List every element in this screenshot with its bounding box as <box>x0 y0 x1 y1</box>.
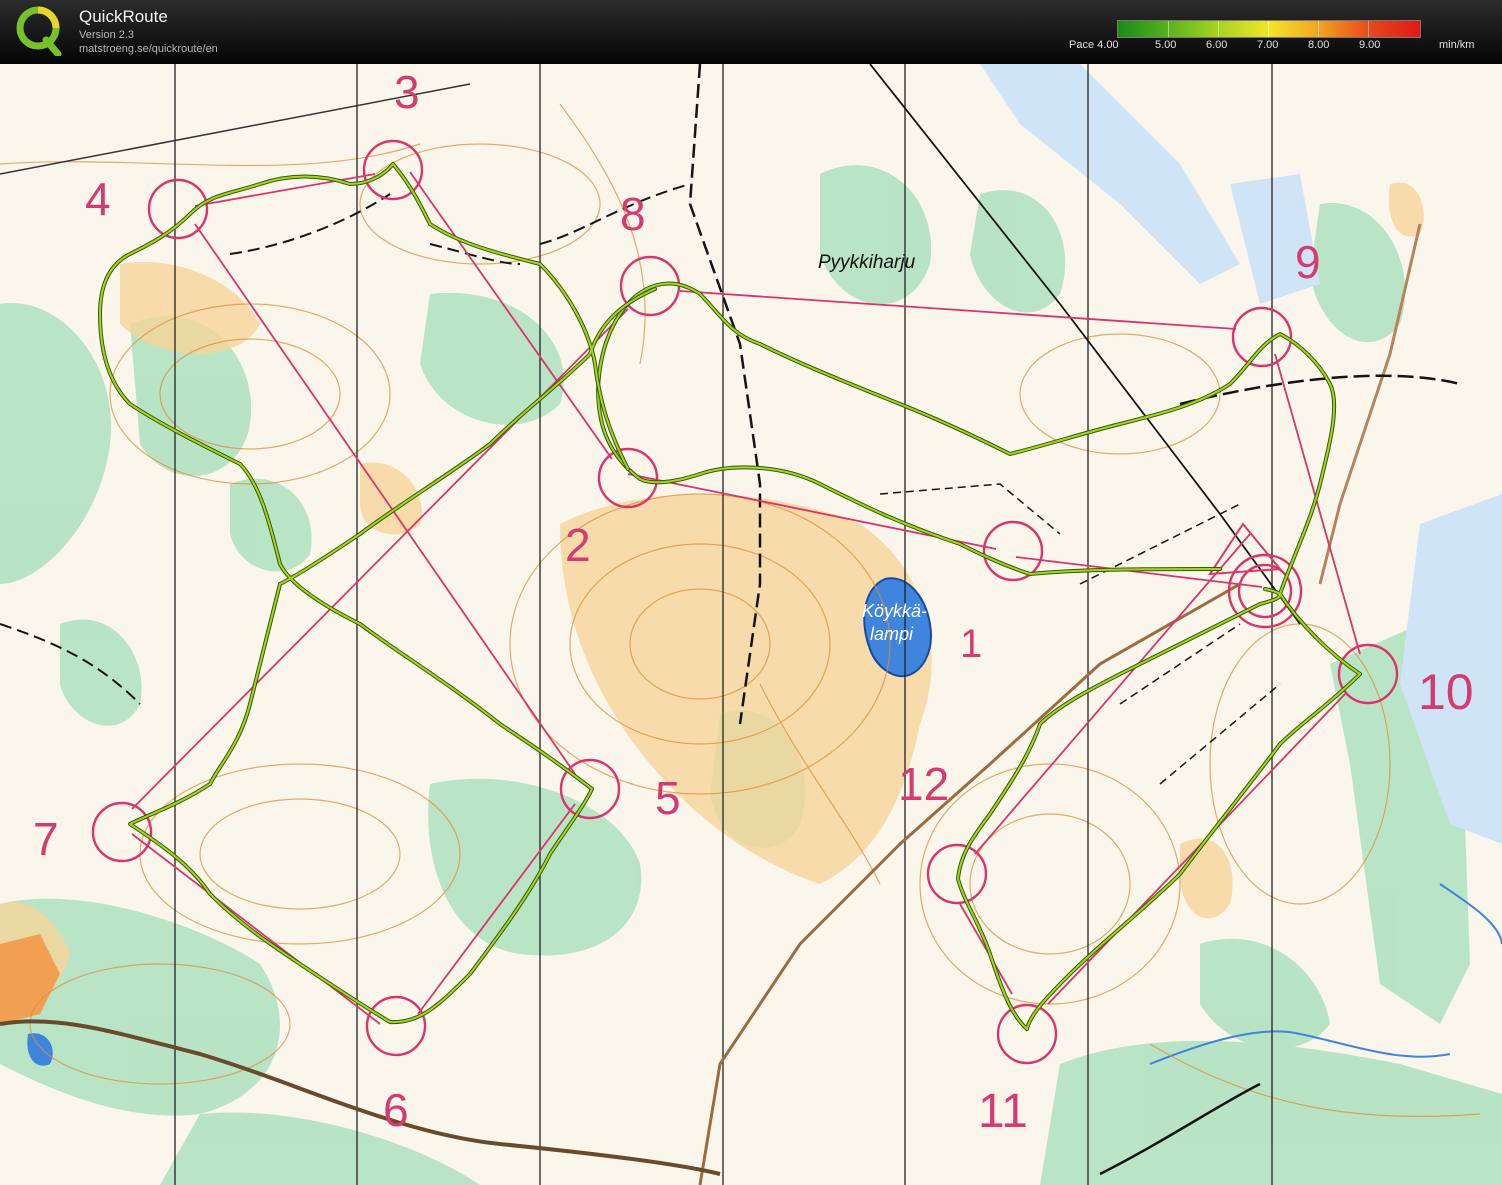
pace-color-scale <box>1117 20 1421 38</box>
place-name-pyykkiharju: Pyykkiharju <box>818 252 916 273</box>
pace-unit-label: min/km <box>1439 39 1475 51</box>
map-canvas <box>0 64 1502 1185</box>
control-number-2: 2 <box>565 519 591 571</box>
control-number-1: 1 <box>960 622 983 666</box>
pace-scale-divider <box>1218 21 1219 37</box>
pace-scale-divider <box>1368 21 1369 37</box>
control-number-3: 3 <box>394 66 420 118</box>
app-version: Version 2.3 <box>79 29 135 41</box>
app-title: QuickRoute <box>79 7 168 26</box>
control-number-10: 10 <box>1418 664 1474 720</box>
pace-scale-divider <box>1168 21 1169 37</box>
pace-tick-label: 7.00 <box>1257 39 1279 51</box>
app-url[interactable]: matstroeng.se/quickroute/en <box>79 43 218 55</box>
control-circle-11 <box>996 1003 1058 1065</box>
place-name-koykka: Köykkä- <box>862 601 928 621</box>
control-circle-6 <box>365 995 427 1057</box>
pace-tick-label: 9.00 <box>1359 39 1381 51</box>
control-number-8: 8 <box>620 188 646 240</box>
place-name-lampi: lampi <box>870 624 914 644</box>
control-number-4: 4 <box>85 173 111 225</box>
quickroute-logo <box>16 6 62 56</box>
title-bar: QuickRoute Version 2.3 matstroeng.se/qui… <box>0 0 1502 64</box>
control-circle-1 <box>982 520 1044 582</box>
control-number-7: 7 <box>33 813 59 865</box>
orienteering-map[interactable]: Pyykkiharju Köykkä- lampi 1 2 3 4 5 6 7 … <box>0 64 1502 1185</box>
pace-tick-label: 8.00 <box>1308 39 1330 51</box>
control-number-9: 9 <box>1295 236 1321 288</box>
pace-tick-label: 5.00 <box>1155 39 1177 51</box>
control-number-12: 12 <box>898 758 950 810</box>
control-number-6: 6 <box>383 1084 409 1136</box>
control-number-11: 11 <box>978 1085 1028 1138</box>
control-number-5: 5 <box>655 772 681 824</box>
magnetic-north-lines <box>174 64 1273 1185</box>
pace-prefix-label: Pace 4.00 <box>1069 39 1119 51</box>
pace-scale-divider <box>1318 21 1319 37</box>
pace-tick-label: 6.00 <box>1206 39 1228 51</box>
pace-scale-divider <box>1268 21 1269 37</box>
